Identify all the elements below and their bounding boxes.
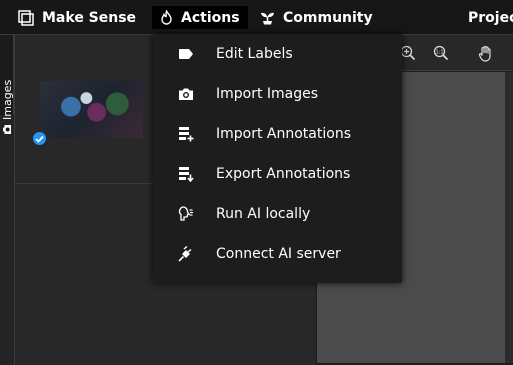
images-sidebar-tab[interactable]: Images [0,35,14,134]
ai-local-icon [177,205,195,223]
project-label: Project [468,9,513,26]
project-name[interactable]: Project [460,6,513,29]
menu-item-run-ai-locally[interactable]: Run AI locally [153,194,402,234]
check-icon [31,130,48,147]
menu-item-import-annotations[interactable]: Import Annotations [153,114,402,154]
menu-item-label: Import Images [216,86,319,102]
menu-item-label: Connect AI server [216,246,341,262]
menu-item-label: Export Annotations [216,166,351,182]
community-menu-button[interactable]: Community [252,6,381,29]
community-label: Community [283,9,373,26]
top-navigation-bar: Make Sense Actions Community Project [0,0,513,35]
actions-label: Actions [181,9,240,26]
plant-icon [260,11,275,25]
list-export-icon [177,165,195,183]
menu-item-label: Edit Labels [216,46,293,62]
actions-menu-button[interactable]: Actions [152,6,248,29]
menu-item-import-images[interactable]: Import Images [153,74,402,114]
svg-text:1:1: 1:1 [435,50,443,56]
images-tab-label: Images [1,79,14,120]
label-tag-icon [177,45,195,63]
menu-item-export-annotations[interactable]: Export Annotations [153,154,402,194]
list-add-icon [177,125,195,143]
brand-logo[interactable]: Make Sense [10,6,144,29]
zoom-fit-icon[interactable]: 1:1 [430,42,452,64]
actions-dropdown-menu: Edit Labels Import Images Import Annotat… [153,34,402,283]
image-thumbnail[interactable] [40,81,143,138]
images-tab-content: Images [1,80,15,135]
menu-item-label: Import Annotations [216,126,351,142]
menu-item-label: Run AI locally [216,206,311,222]
camera-icon [2,124,15,135]
brand-name: Make Sense [42,9,137,26]
hand-icon[interactable] [475,42,497,64]
plug-icon [177,245,195,263]
logo-icon [18,9,34,26]
fire-icon [160,10,173,25]
editor-right-panel [505,72,513,363]
menu-item-connect-ai-server[interactable]: Connect AI server [153,234,402,274]
camera-icon [177,85,195,103]
menu-item-edit-labels[interactable]: Edit Labels [153,34,402,74]
